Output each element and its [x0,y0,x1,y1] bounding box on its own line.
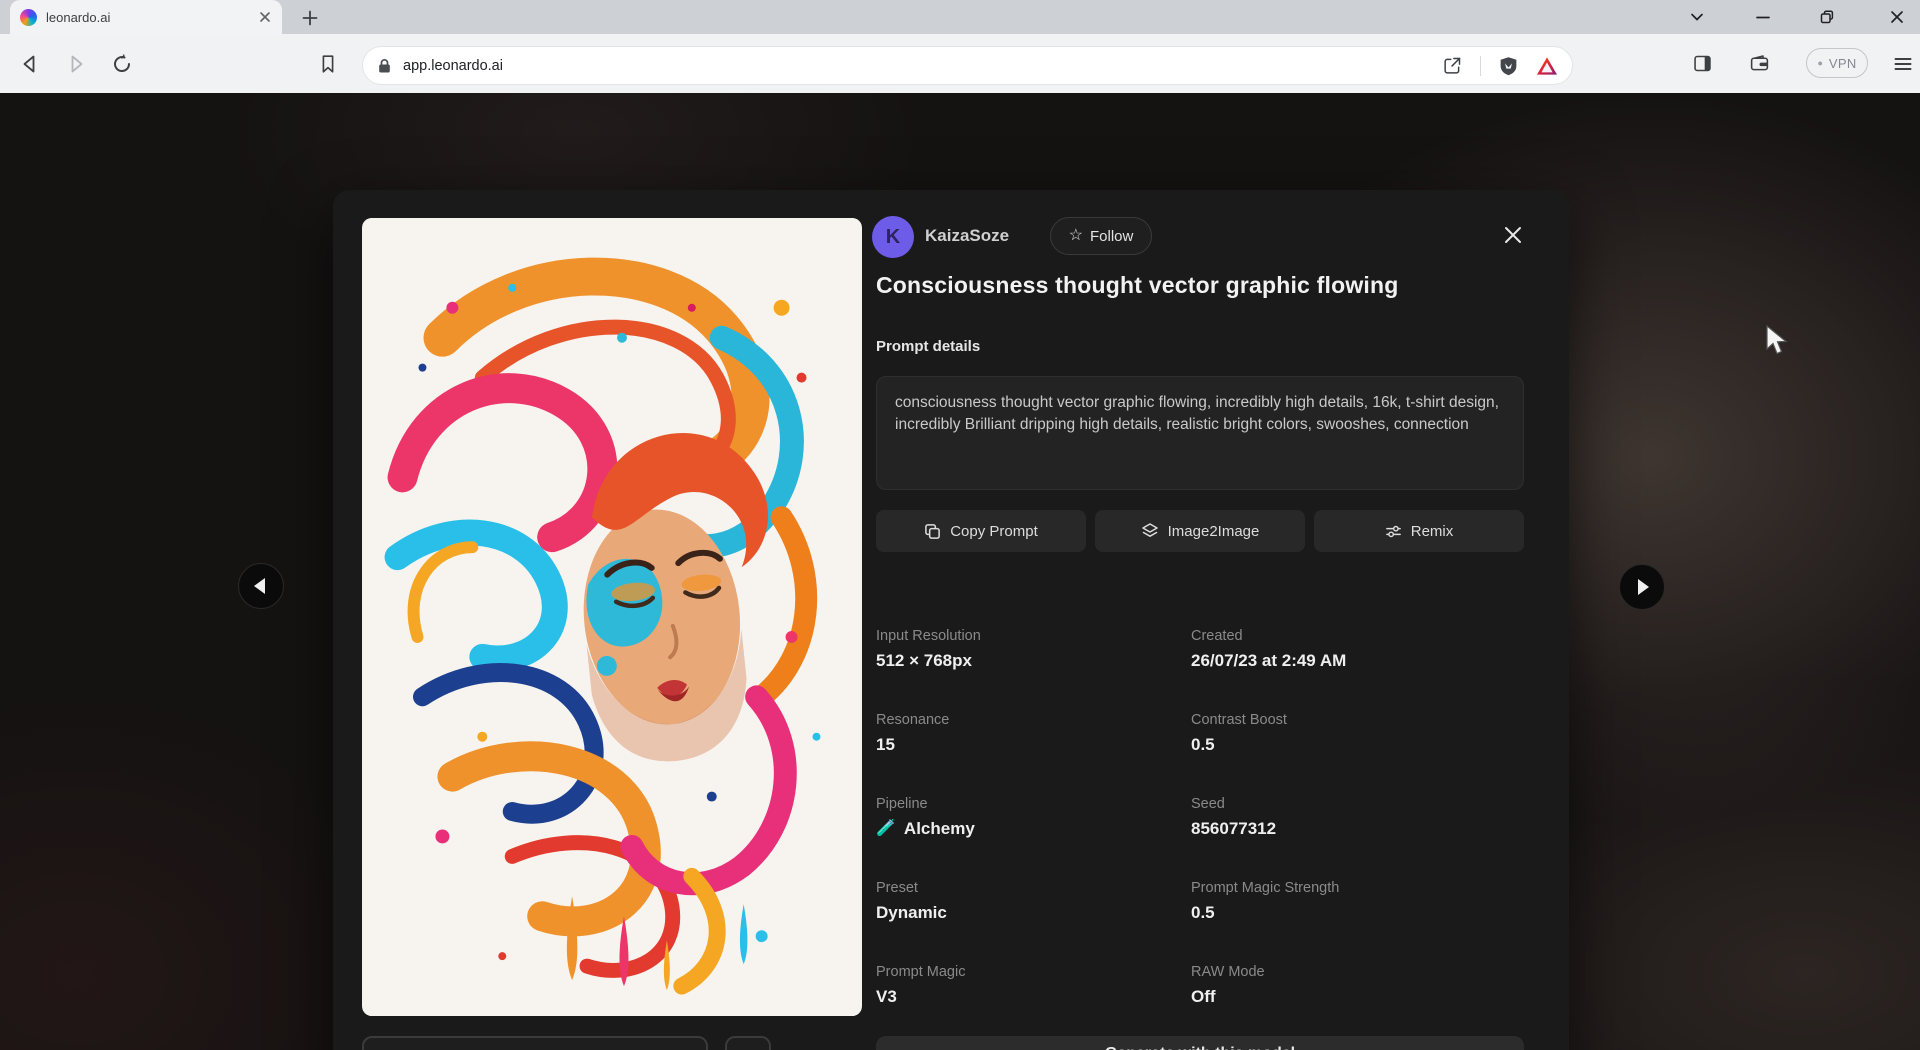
generate-with-model-button[interactable]: Generate with this model [876,1036,1524,1050]
follow-button[interactable]: ☆ Follow [1050,217,1152,255]
copy-icon [924,523,941,540]
prompt-text: consciousness thought vector graphic flo… [895,392,1505,437]
vpn-label: VPN [1829,56,1857,71]
detail-contrast-boost: Contrast Boost0.5 [1191,712,1491,755]
detail-input-resolution: Input Resolution512 × 768px [876,628,1176,671]
copy-prompt-button[interactable]: Copy Prompt [876,510,1086,552]
page-background-overlay: K KaizaSoze ☆ Follow Consciousness thoug… [0,93,1920,1050]
generated-image[interactable] [362,218,862,1016]
detail-created: Created26/07/23 at 2:49 AM [1191,628,1491,671]
remix-icon [1385,523,1402,540]
forward-icon[interactable] [61,49,91,79]
detail-pipeline: Pipeline 🧪Alchemy [876,796,1176,839]
address-bar[interactable]: app.leonardo.ai [362,46,1573,85]
detail-resonance: Resonance15 [876,712,1176,755]
browser-tab[interactable]: leonardo.ai [10,0,282,34]
detail-panel: K KaizaSoze ☆ Follow Consciousness thoug… [878,190,1528,1050]
action-buttons-row: Copy Prompt Image2Image Remix [876,510,1524,552]
tab-close-icon[interactable] [258,10,272,24]
remix-label: Remix [1411,523,1454,540]
artwork-illustration [362,218,862,1016]
brave-rewards-triangle-icon[interactable] [1536,56,1558,76]
bookmark-icon[interactable] [313,49,343,79]
new-tab-icon[interactable] [296,4,323,31]
previous-image-button[interactable] [238,563,284,609]
share-icon[interactable] [1442,55,1463,76]
detail-preset: PresetDynamic [876,880,1176,923]
modal-close-icon[interactable] [1498,220,1528,250]
image-title: Consciousness thought vector graphic flo… [876,272,1399,299]
chevron-left-icon [254,578,265,594]
browser-tabstrip: leonardo.ai [0,0,1920,34]
wallet-icon[interactable] [1744,49,1774,79]
detail-prompt-magic: Prompt MagicV3 [876,964,1176,1007]
prompt-details-heading: Prompt details [876,338,980,355]
brave-shield-icon[interactable] [1498,55,1519,77]
vpn-status-dot: ● [1817,59,1822,68]
window-restore-icon[interactable] [1812,3,1842,31]
toolbar-divider [1480,56,1481,76]
back-icon[interactable] [15,49,45,79]
screen: leonardo.ai [0,0,1920,1050]
copy-prompt-label: Copy Prompt [950,523,1038,540]
next-image-button[interactable] [1619,564,1665,610]
tab-search-chevron-icon[interactable] [1682,3,1712,31]
prompt-box[interactable]: consciousness thought vector graphic flo… [876,376,1524,490]
image2image-label: Image2Image [1168,523,1260,540]
menu-hamburger-icon[interactable] [1888,49,1918,79]
comment-action-button[interactable] [725,1036,771,1050]
reload-icon[interactable] [107,49,137,79]
remix-button[interactable]: Remix [1314,510,1524,552]
detail-raw-mode: RAW ModeOff [1191,964,1491,1007]
leonardo-favicon [20,9,37,26]
detail-seed: Seed856077312 [1191,796,1491,839]
comment-input[interactable] [362,1036,708,1050]
alchemy-flask-icon: 🧪 [876,821,896,837]
url-text: app.leonardo.ai [403,58,1442,74]
image-detail-modal: K KaizaSoze ☆ Follow Consciousness thoug… [333,190,1569,1050]
chevron-right-icon [1638,579,1649,595]
sidebar-panel-icon[interactable] [1687,49,1717,79]
tab-title: leonardo.ai [46,10,249,25]
follow-label: Follow [1090,228,1133,245]
detail-prompt-magic-strength: Prompt Magic Strength0.5 [1191,880,1491,923]
image2image-button[interactable]: Image2Image [1095,510,1305,552]
lock-icon [377,58,392,74]
avatar[interactable]: K [872,216,914,258]
browser-toolbar: app.leonardo.ai ● VPN [0,34,1920,93]
username[interactable]: KaizaSoze [925,226,1009,246]
layers-icon [1141,522,1159,540]
window-minimize-icon[interactable] [1748,3,1778,31]
star-icon: ☆ [1069,228,1083,244]
vpn-button[interactable]: ● VPN [1806,48,1868,78]
window-close-icon[interactable] [1882,3,1912,31]
